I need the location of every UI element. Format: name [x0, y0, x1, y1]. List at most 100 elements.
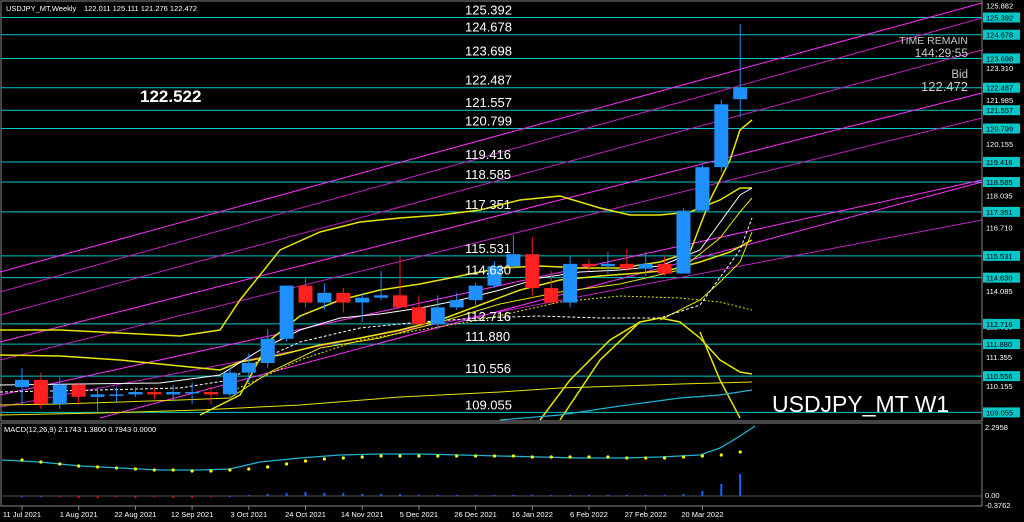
candle-body	[638, 263, 653, 269]
macd-histogram-bar	[285, 493, 288, 496]
candle-body	[733, 88, 748, 100]
macd-histogram-bar	[644, 495, 647, 496]
macd-signal-dot	[511, 454, 515, 458]
price-axis-tag-label: 121.557	[986, 106, 1013, 115]
price-axis-tag-label: 112.716	[986, 320, 1013, 329]
candle-body	[109, 394, 124, 396]
candle-body	[260, 338, 275, 363]
candle-body	[52, 384, 67, 405]
candle-body	[374, 295, 389, 298]
candle-body	[128, 391, 143, 395]
time-axis-label: 11 Jul 2021	[3, 510, 41, 519]
price-axis-tag-label: 123.698	[986, 54, 1013, 63]
time-axis[interactable]: 11 Jul 2021 1 Aug 2021 22 Aug 2021 12 Sep 2…	[3, 506, 724, 519]
macd-histogram-bar	[247, 495, 250, 496]
macd-signal-dot	[39, 460, 43, 464]
macd-histogram-bar	[436, 495, 439, 496]
candle-body	[582, 263, 596, 267]
macd-signal-dot	[20, 458, 24, 462]
macd-signal-dot	[700, 454, 705, 458]
price-axis-label: 116.710	[986, 223, 1013, 232]
macd-histogram-bar	[474, 495, 477, 496]
candle-body	[241, 362, 256, 373]
candle-body	[317, 292, 332, 303]
level-price-label: 115.531	[465, 241, 511, 256]
macd-signal-dot	[587, 455, 591, 459]
price-axis-label: 111.355	[986, 353, 1012, 362]
candle-body	[525, 254, 540, 289]
macd-histogram-bar	[455, 495, 458, 496]
time-axis-label: 5 Dec 2021	[400, 510, 438, 519]
price-axis[interactable]: 125.882 123.310 121.985 120.155 118.035 116.7…	[983, 2, 1020, 418]
price-axis-tag-label: 120.799	[986, 125, 1013, 134]
macd-signal-dot	[322, 457, 326, 461]
macd-histogram-bar	[342, 493, 345, 496]
macd-signal-dot	[474, 454, 478, 458]
macd-signal-dot	[341, 456, 345, 460]
macd-histogram-bar	[304, 492, 307, 496]
macd-histogram-bar	[720, 484, 723, 496]
candle-body	[279, 285, 294, 339]
macd-signal-dot	[719, 453, 723, 457]
macd-histogram-bar	[210, 496, 212, 497]
level-price-label: 118.585	[465, 167, 511, 182]
macd-axis-bottom: -0.3762	[985, 501, 1010, 510]
macd-histogram-bar	[512, 495, 515, 496]
macd-signal-dot	[209, 469, 213, 473]
macd-signal-dot	[379, 454, 383, 458]
macd-signal-dot	[455, 454, 459, 458]
macd-signal-dot	[228, 468, 232, 472]
macd-histogram-bar	[115, 496, 118, 497]
time-axis-label: 24 Oct 2021	[285, 510, 326, 519]
candle-body	[393, 295, 407, 308]
macd-histogram-bar	[21, 496, 23, 497]
macd-histogram-bar	[361, 494, 364, 496]
candle-body	[222, 372, 237, 395]
macd-histogram-bar	[550, 495, 553, 496]
macd-histogram-bar	[606, 495, 609, 496]
price-axis-tag-label: 111.880	[986, 340, 1012, 349]
macd-signal-dot	[152, 468, 156, 472]
macd-signal-dot	[171, 468, 175, 472]
candle-body	[544, 288, 559, 303]
bid-value: 122.472	[921, 79, 968, 94]
ohlc-readout: 122.011 125.111 121.276 122.472	[84, 4, 197, 13]
time-axis-label: 27 Feb 2022	[625, 510, 667, 519]
macd-histogram-bar	[380, 494, 383, 496]
level-price-label: 109.055	[465, 397, 512, 412]
level-price-label: 121.557	[465, 95, 512, 110]
macd-signal-dot	[96, 465, 100, 469]
level-price-label: 112.716	[465, 309, 511, 324]
level-price-label: 125.392	[465, 2, 512, 17]
macd-signal-dot	[285, 462, 289, 466]
candle-body	[657, 263, 672, 274]
time-axis-label: 20 Mar 2022	[681, 510, 723, 519]
macd-signal-dot	[644, 456, 648, 460]
price-axis-label: 123.310	[986, 64, 1013, 73]
price-axis-label: 114.085	[986, 287, 1013, 296]
price-axis-label: 118.035	[986, 191, 1013, 200]
macd-histogram-bar	[588, 495, 590, 496]
chart-title: USDJPY_MT,Weekly	[6, 4, 77, 13]
candle-body	[468, 285, 483, 301]
macd-signal-dot	[436, 454, 440, 458]
candle-body	[298, 285, 313, 303]
time-axis-label: 22 Aug 2021	[114, 510, 156, 519]
price-axis-tag-label: 118.585	[986, 178, 1013, 187]
price-axis-tag-label: 124.678	[986, 31, 1013, 40]
macd-signal-dot	[398, 454, 402, 458]
candle-body	[71, 384, 86, 397]
candle-body	[676, 210, 691, 274]
time-axis-label: 14 Nov 2021	[341, 510, 384, 519]
macd-signal-dot	[549, 455, 553, 459]
trading-chart[interactable]: USDJPY_MT,Weekly 122.011 125.111 121.276…	[0, 0, 1024, 522]
macd-histogram-bar	[493, 495, 496, 496]
time-axis-label: 26 Dec 2021	[454, 510, 497, 519]
macd-histogram-bar	[58, 496, 61, 497]
macd-histogram-bar	[228, 496, 231, 497]
macd-signal-dot	[606, 455, 610, 459]
level-price-label: 120.799	[465, 114, 512, 129]
macd-signal-dot	[114, 466, 119, 470]
price-axis-tag-label: 109.055	[986, 408, 1013, 417]
macd-signal-dot	[58, 462, 62, 466]
